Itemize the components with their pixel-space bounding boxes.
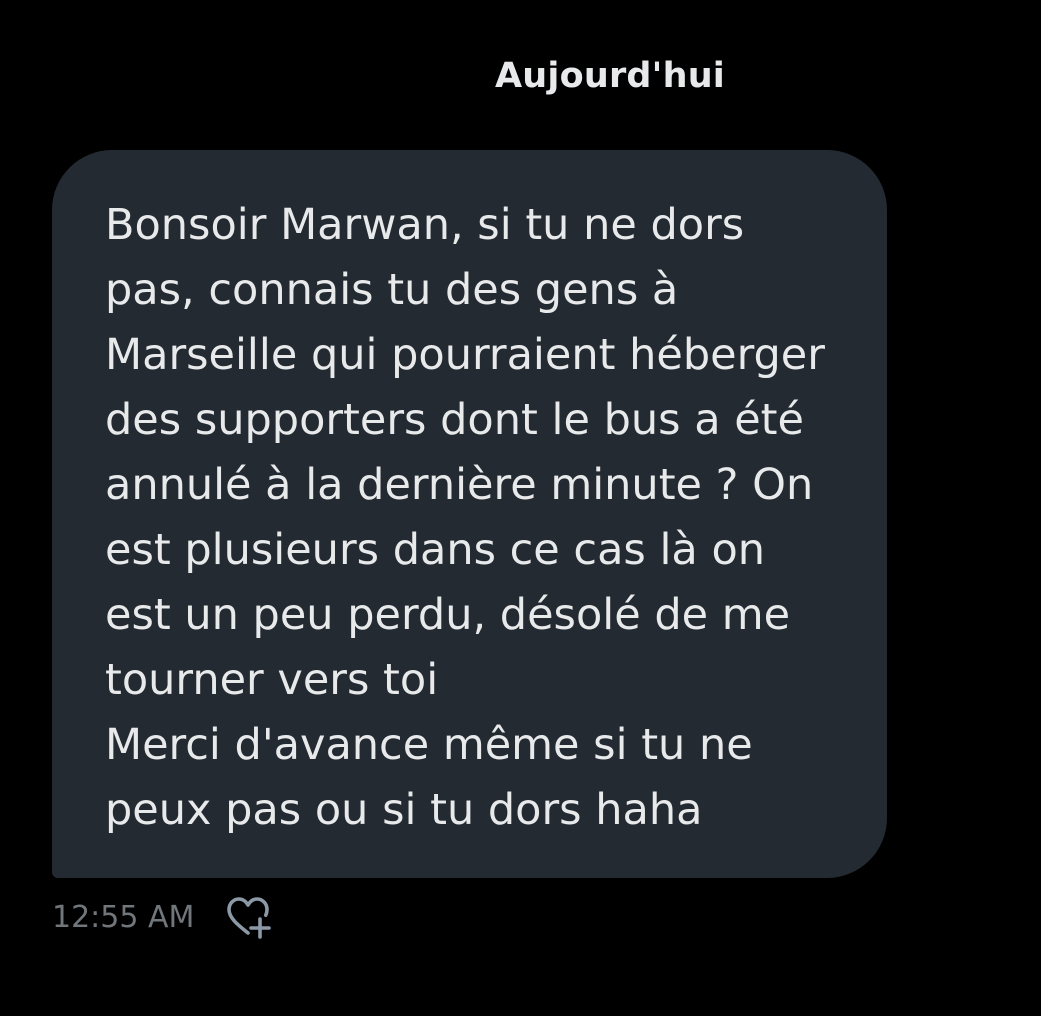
date-separator: Aujourd'hui (494, 56, 726, 96)
heart-plus-icon (227, 897, 272, 939)
add-reaction-button[interactable] (222, 893, 274, 943)
message-meta: 12:55 AM (52, 893, 274, 943)
message-timestamp: 12:55 AM (52, 900, 195, 935)
message-bubble[interactable]: Bonsoir Marwan, si tu ne dors pas, conna… (52, 150, 887, 878)
message-text: Bonsoir Marwan, si tu ne dors pas, conna… (105, 200, 825, 835)
